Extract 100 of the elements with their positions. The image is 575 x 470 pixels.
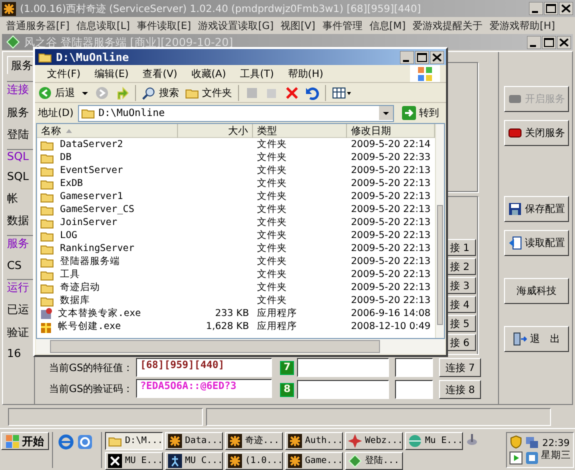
menu-item[interactable]: 信息[M] [369, 18, 406, 32]
clock-time[interactable]: 22:39 [542, 438, 570, 449]
back-button[interactable]: 后退 [38, 86, 75, 100]
file-name[interactable]: DB [37, 151, 178, 164]
network-icon[interactable] [525, 435, 539, 449]
action-button[interactable]: 关闭服务 [504, 120, 569, 146]
file-name[interactable]: 奇迹启动 [37, 281, 178, 294]
action-button[interactable]: 读取配置 [504, 230, 569, 256]
folders-button[interactable]: 文件夹 [185, 86, 232, 100]
vertical-scrollbar[interactable] [434, 124, 444, 338]
shield-icon[interactable] [509, 435, 523, 449]
search-button[interactable]: 搜索 [142, 86, 179, 100]
file-name[interactable]: LOG [37, 229, 178, 242]
file-name[interactable]: DataServer2 [37, 138, 178, 151]
field-label: 当前GS的验证码： [49, 382, 134, 396]
connect-button[interactable]: 接 5 [447, 315, 476, 332]
menu-item[interactable]: 视图[V] [280, 18, 316, 32]
file-name[interactable]: 帐号创建.exe [37, 320, 178, 333]
play-icon[interactable] [509, 451, 523, 465]
connect-button[interactable]: 接 3 [447, 277, 476, 294]
value-field[interactable]: [68][959][440] [136, 358, 272, 377]
window-icon[interactable] [525, 451, 539, 465]
action-button[interactable]: 海威科技 [504, 278, 569, 304]
file-name[interactable]: GameServer_CS [37, 203, 178, 216]
menu-item[interactable]: 工具(T) [240, 66, 274, 80]
input-field[interactable] [395, 380, 434, 399]
taskbar-button[interactable]: MU E... [105, 452, 163, 470]
taskbar-button[interactable]: Mu E... [405, 432, 463, 450]
connect-button[interactable]: 连接 8 [439, 380, 482, 399]
column-header[interactable]: 类型 [253, 124, 347, 138]
file-date: 2006-9-16 14:08 [350, 307, 432, 320]
menu-item[interactable]: 查看(V) [142, 66, 178, 80]
minimize-button[interactable] [529, 2, 543, 15]
dropdown-icon[interactable] [379, 106, 393, 120]
undo-icon[interactable] [305, 86, 319, 100]
close-button[interactable] [559, 2, 573, 15]
tab[interactable]: 服务 [7, 56, 34, 74]
close-button[interactable] [430, 50, 444, 64]
file-name[interactable]: Gameserver1 [37, 190, 178, 203]
address-field[interactable]: D:\MuOnline [78, 104, 394, 122]
connect-button[interactable]: 连接 7 [439, 358, 482, 377]
taskbar-button[interactable]: D:\M... [105, 432, 163, 450]
speaker-icon[interactable] [466, 432, 478, 446]
horizontal-scrollbar[interactable] [36, 339, 445, 354]
number-badge: 7 [280, 360, 294, 374]
input-field[interactable] [297, 380, 390, 399]
connect-button[interactable]: 接 1 [447, 239, 476, 256]
file-name[interactable]: EventServer [37, 164, 178, 177]
maximize-button[interactable] [542, 36, 556, 48]
file-name[interactable]: 工具 [37, 268, 178, 281]
delete-icon[interactable] [285, 86, 299, 100]
menu-item[interactable]: 普通服务器[F] [6, 18, 70, 32]
menu-item[interactable]: 爱游戏提醒关于 [412, 18, 483, 32]
file-name[interactable]: RankingServer [37, 242, 178, 255]
file-name[interactable]: 登陆器服务端 [37, 255, 178, 268]
menu-item[interactable]: 文件(F) [47, 66, 81, 80]
close-button[interactable] [557, 36, 571, 48]
menu-item[interactable]: 信息读取[L] [76, 18, 130, 32]
minimize-button[interactable] [527, 36, 541, 48]
connect-button[interactable]: 接 4 [447, 296, 476, 313]
go-button[interactable]: 转到 [398, 106, 443, 120]
desktop-icon[interactable] [77, 434, 93, 450]
connect-button[interactable]: 接 2 [447, 258, 476, 275]
maximize-button[interactable] [544, 2, 558, 15]
browser-icon[interactable] [58, 434, 74, 450]
menu-item[interactable]: 事件管理 [322, 18, 362, 32]
input-field[interactable] [297, 358, 390, 377]
action-button[interactable]: 退 出 [504, 326, 569, 352]
menu-item[interactable]: 帮助(H) [288, 66, 324, 80]
menu-item[interactable]: 事件读取[E] [136, 18, 192, 32]
column-header[interactable]: 名称 [37, 124, 178, 138]
file-name[interactable]: ExDB [37, 177, 178, 190]
value-field[interactable]: ?EDA5O6A::@6ED?3 [136, 379, 272, 398]
start-button[interactable]: 开始 [1, 432, 49, 450]
file-name[interactable]: JoinServer [37, 216, 178, 229]
file-type: 文件夹 [256, 216, 288, 229]
menu-item[interactable]: 收藏(A) [191, 66, 226, 80]
menu-item[interactable]: 编辑(E) [94, 66, 129, 80]
column-header[interactable]: 大小 [178, 124, 253, 138]
input-field[interactable] [395, 358, 434, 377]
taskbar-button[interactable]: 奇迹... [225, 432, 283, 450]
taskbar-button[interactable]: Webz... [345, 432, 403, 450]
maximize-button[interactable] [415, 50, 429, 64]
menu-item[interactable]: 爱游戏帮助[H] [490, 18, 556, 32]
taskbar-button[interactable]: Auth... [285, 432, 343, 450]
file-date: 2009-5-20 22:14 [350, 138, 432, 151]
taskbar-button[interactable]: MU C... [165, 452, 223, 470]
connect-button[interactable]: 接 6 [447, 334, 476, 351]
taskbar-button[interactable]: Data... [165, 432, 223, 450]
file-name[interactable]: 数据库 [37, 294, 178, 307]
file-type: 文件夹 [256, 242, 288, 255]
views-icon[interactable] [332, 86, 352, 100]
taskbar-button[interactable]: 登陆... [345, 452, 403, 470]
action-button[interactable]: 保存配置 [504, 196, 569, 222]
taskbar-button[interactable]: (1.0... [225, 452, 283, 470]
menu-item[interactable]: 游戏设置读取[G] [198, 18, 274, 32]
minimize-button[interactable] [400, 50, 414, 64]
field-label: 当前GS的特征值： [49, 362, 134, 374]
file-name[interactable]: 文本替换专家.exe [37, 307, 178, 320]
taskbar-button[interactable]: Game... [285, 452, 343, 470]
